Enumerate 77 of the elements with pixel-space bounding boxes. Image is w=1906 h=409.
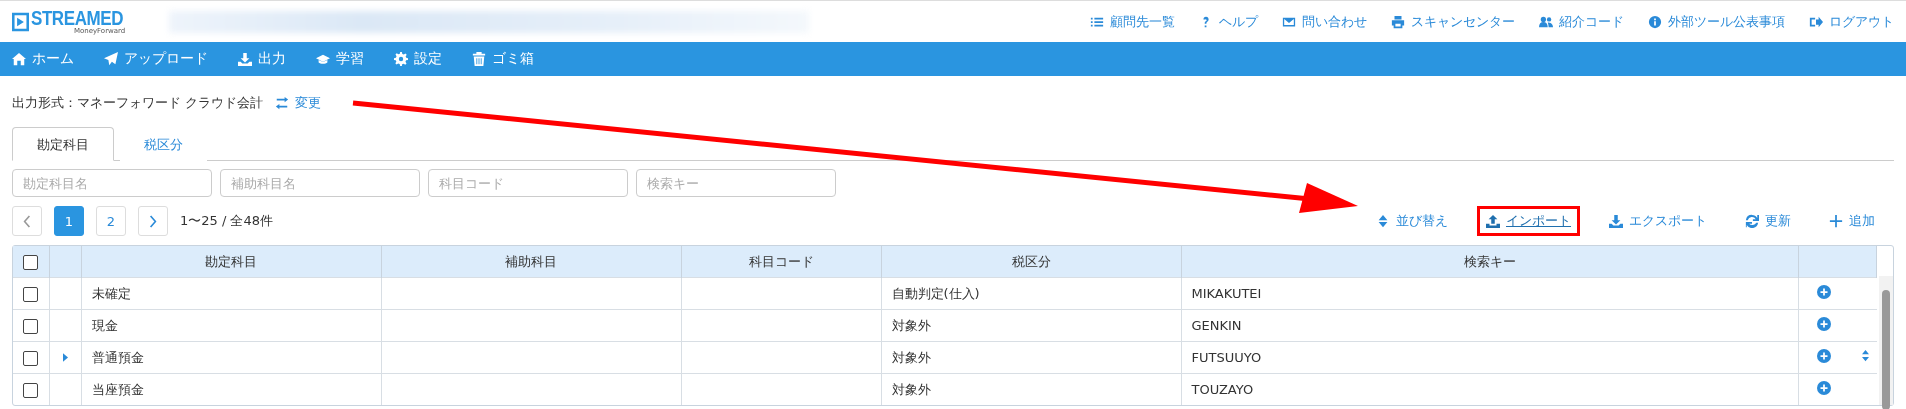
settings-icon	[394, 52, 408, 66]
add-circle-icon[interactable]	[1817, 381, 1831, 395]
table-cell: GENKIN	[1191, 318, 1242, 333]
toolbar-action[interactable]: 並び替え	[1367, 206, 1457, 236]
home-icon	[12, 52, 26, 66]
nav-item[interactable]: 学習	[316, 50, 364, 68]
table-cell: 対象外	[891, 381, 931, 397]
row-checkbox[interactable]	[23, 382, 39, 398]
filter-field[interactable]: 科目コード	[428, 169, 628, 197]
table-cell: TOUZAYO	[1191, 382, 1254, 397]
table-cell: 自動判定(仕入)	[891, 285, 980, 301]
column-header: 補助科目	[381, 246, 681, 278]
nav-item[interactable]: 設定	[394, 50, 442, 68]
nav-item[interactable]: ゴミ箱	[472, 50, 534, 68]
table-cell: 当座預金	[91, 381, 144, 397]
row-checkbox[interactable]	[23, 318, 39, 334]
table-cell: 対象外	[891, 317, 931, 333]
chevron-right-icon	[149, 214, 157, 228]
column-header: 科目コード	[681, 246, 881, 278]
toolbar-action[interactable]: インポート	[1477, 206, 1580, 236]
nav-item[interactable]: アップロード	[104, 50, 208, 68]
table-cell: FUTSUUYO	[1191, 350, 1262, 365]
result-count: 1〜25 / 全48件	[180, 212, 273, 230]
next-page-button[interactable]	[138, 206, 168, 236]
filter-field[interactable]: 勘定科目名	[12, 169, 212, 197]
output-format-label: 出力形式：マネーフォワード クラウド会計	[12, 94, 264, 112]
toolbar-action[interactable]: 追加	[1820, 206, 1884, 236]
filter-field[interactable]: 補助科目名	[220, 169, 420, 197]
paper-plane-icon	[104, 52, 118, 66]
download-icon	[238, 52, 252, 66]
header-link[interactable]: スキャンセンター	[1391, 12, 1515, 31]
logo-wordmark: STREAMED	[31, 8, 123, 28]
header-link[interactable]: 外部ツール公表事項	[1648, 12, 1785, 31]
column-header: 検索キー	[1181, 246, 1799, 278]
column-header: 税区分	[881, 246, 1181, 278]
sort-icon	[1376, 214, 1390, 228]
page-button[interactable]: 1	[54, 206, 84, 236]
logo-icon	[12, 11, 29, 32]
column-header: 勘定科目	[81, 246, 381, 278]
previous-page-button[interactable]	[12, 206, 42, 236]
reorder-icon[interactable]	[1861, 349, 1871, 363]
row-checkbox[interactable]	[23, 350, 39, 366]
table-cell: 対象外	[891, 349, 931, 365]
table-cell: MIKAKUTEI	[1191, 286, 1262, 301]
add-circle-icon[interactable]	[1817, 317, 1831, 331]
header-link[interactable]: ヘルプ	[1199, 12, 1258, 31]
printer-icon	[1391, 14, 1405, 29]
table-cell: 普通預金	[91, 349, 144, 365]
plus-icon	[1829, 214, 1843, 228]
select-all-checkbox[interactable]	[23, 254, 39, 270]
add-circle-icon[interactable]	[1817, 285, 1831, 299]
header-link[interactable]: 紹介コード	[1539, 12, 1624, 31]
download-icon	[1609, 214, 1623, 228]
chevron-left-icon	[23, 214, 31, 228]
table-cell: 現金	[91, 317, 118, 333]
toolbar-action[interactable]: 更新	[1736, 206, 1800, 236]
header-link[interactable]: 問い合わせ	[1282, 12, 1367, 31]
users-icon	[1539, 14, 1553, 29]
row-checkbox[interactable]	[23, 286, 39, 302]
toolbar-action[interactable]: エクスポート	[1600, 206, 1716, 236]
refresh-icon	[1745, 214, 1759, 228]
nav-item[interactable]: 出力	[238, 50, 286, 68]
info-icon	[1648, 14, 1662, 29]
header-link[interactable]: ログアウト	[1809, 12, 1894, 31]
header-link[interactable]: 顧問先一覧	[1090, 12, 1175, 31]
upload-icon	[1486, 214, 1500, 228]
trash-icon	[472, 52, 486, 66]
change-link[interactable]: 変更	[275, 94, 322, 112]
expand-caret-icon[interactable]	[62, 353, 68, 362]
page-button[interactable]: 2	[96, 206, 126, 236]
filter-field[interactable]: 検索キー	[636, 169, 836, 197]
add-circle-icon[interactable]	[1817, 349, 1831, 363]
graduation-cap-icon	[316, 52, 330, 66]
tab[interactable]: 勘定科目	[12, 127, 114, 161]
swap-icon	[275, 96, 290, 110]
nav-item[interactable]: ホーム	[12, 50, 74, 68]
table-cell: 未確定	[91, 285, 131, 301]
